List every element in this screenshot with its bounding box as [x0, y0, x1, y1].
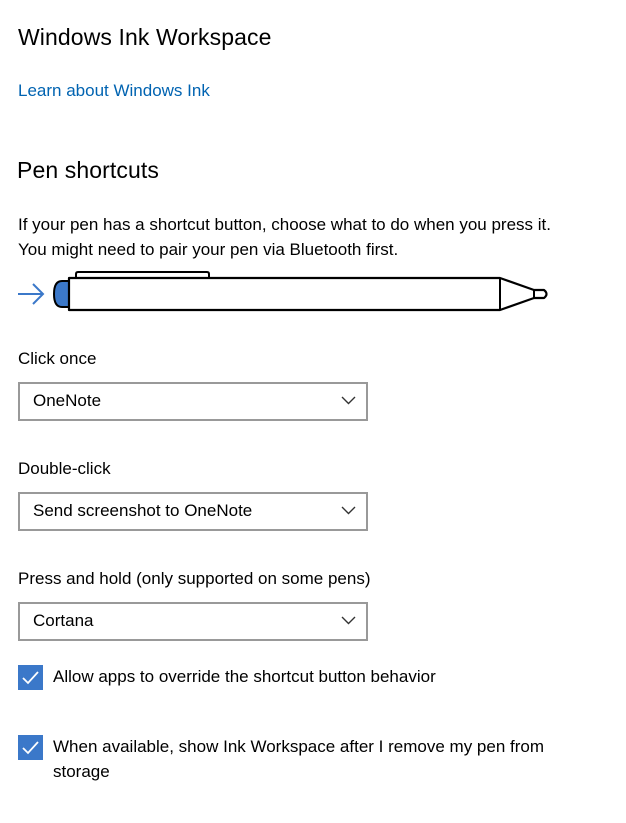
- pen-shortcuts-heading: Pen shortcuts: [17, 157, 159, 183]
- press-hold-dropdown[interactable]: Cortana: [18, 602, 368, 641]
- chevron-down-icon: [341, 506, 356, 515]
- click-once-value: OneNote: [33, 391, 102, 410]
- press-hold-value: Cortana: [33, 611, 94, 630]
- override-checkbox[interactable]: [18, 665, 43, 690]
- double-click-dropdown[interactable]: Send screenshot to OneNote: [18, 492, 368, 531]
- checkmark-icon: [22, 741, 39, 755]
- checkmark-icon: [22, 671, 39, 685]
- show-workspace-checkbox[interactable]: [18, 735, 43, 760]
- show-workspace-label: When available, show Ink Workspace after…: [53, 737, 544, 781]
- double-click-label: Double-click: [18, 459, 111, 478]
- double-click-value: Send screenshot to OneNote: [33, 501, 253, 520]
- learn-windows-ink-link[interactable]: Learn about Windows Ink: [18, 81, 210, 101]
- chevron-down-icon: [341, 396, 356, 405]
- pen-shortcuts-description: If your pen has a shortcut button, choos…: [18, 215, 551, 259]
- click-once-label: Click once: [18, 349, 97, 368]
- click-once-dropdown[interactable]: OneNote: [18, 382, 368, 421]
- override-label: Allow apps to override the shortcut butt…: [53, 667, 436, 686]
- press-hold-label: Press and hold (only supported on some p…: [18, 569, 371, 588]
- chevron-down-icon: [341, 616, 356, 625]
- arrow-right-icon: [18, 283, 45, 305]
- pen-illustration: [14, 270, 554, 315]
- page-title: Windows Ink Workspace: [18, 24, 272, 50]
